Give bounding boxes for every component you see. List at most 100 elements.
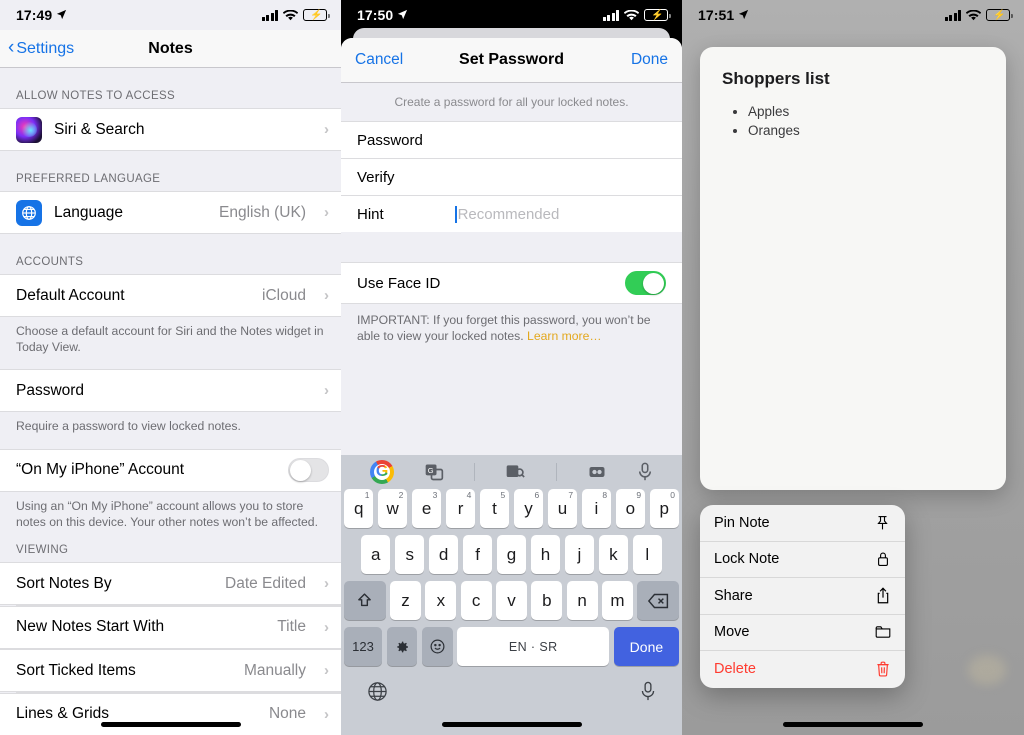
numbers-key[interactable]: 123 (344, 627, 383, 666)
key-f[interactable]: f (462, 535, 493, 574)
note-title: Shoppers list (722, 69, 830, 88)
key-x[interactable]: x (425, 581, 457, 620)
pin-icon (874, 514, 891, 531)
key-c[interactable]: c (460, 581, 492, 620)
row-label: Siri & Search (54, 120, 145, 138)
key-p[interactable]: 0p (649, 489, 680, 528)
key-i[interactable]: 8i (581, 489, 612, 528)
menu-item-move[interactable]: Move (700, 615, 905, 651)
key-j[interactable]: j (564, 535, 595, 574)
row-siri-and-search[interactable]: Siri & Search › (0, 108, 341, 151)
key-sup: 8 (602, 490, 608, 500)
face-id-label: Use Face ID (357, 274, 441, 292)
trash-icon (874, 661, 891, 678)
key-n[interactable]: n (566, 581, 598, 620)
status-time: 17:50 (357, 7, 394, 23)
field-password[interactable]: Password (341, 121, 682, 158)
menu-item-share[interactable]: Share (700, 578, 905, 615)
key-w[interactable]: 2w (377, 489, 408, 528)
row-label: Lines & Grids (16, 705, 110, 723)
cellular-bars-icon (261, 10, 278, 21)
sticker-icon[interactable] (587, 462, 607, 482)
key-label: o (625, 498, 636, 518)
status-right: ⚡ (261, 9, 330, 21)
gear-icon[interactable] (386, 627, 418, 666)
menu-item-delete[interactable]: Delete (700, 651, 905, 688)
row-language[interactable]: Language English (UK) › (0, 191, 341, 234)
note-preview-card[interactable]: Shoppers list Apples Oranges (700, 47, 1006, 490)
field-hint[interactable]: Hint Recommended (341, 195, 682, 232)
section-preferred-language: PREFERRED LANGUAGE Language English (UK)… (0, 151, 341, 234)
field-label: Password (357, 131, 423, 149)
space-key[interactable]: EN · SR (457, 627, 610, 666)
home-indicator[interactable] (100, 722, 241, 727)
section-viewing: VIEWING Sort Notes By Date Edited › New … (0, 530, 341, 735)
menu-item-label: Pin Note (714, 514, 770, 531)
row-password[interactable]: Password › (0, 369, 341, 413)
hint-input[interactable]: Recommended (455, 205, 666, 223)
field-verify[interactable]: Verify (341, 158, 682, 195)
divider (474, 463, 476, 481)
key-label: r (457, 498, 464, 518)
keyboard-done-key[interactable]: Done (613, 627, 680, 666)
key-m[interactable]: m (602, 581, 633, 620)
key-u[interactable]: 7u (547, 489, 578, 528)
key-s[interactable]: s (394, 535, 425, 574)
key-label: p (659, 498, 670, 518)
shift-key[interactable] (344, 581, 386, 620)
row-use-face-id[interactable]: Use Face ID (341, 262, 682, 304)
row-on-my-iphone-account[interactable]: “On My iPhone” Account (0, 448, 341, 492)
key-r[interactable]: 4r (445, 489, 476, 528)
menu-item-pin-note[interactable]: Pin Note (700, 505, 905, 542)
home-indicator[interactable] (783, 722, 923, 727)
microphone-icon[interactable] (637, 462, 653, 482)
learn-more-link[interactable]: Learn more… (527, 329, 602, 343)
key-o[interactable]: 9o (615, 489, 646, 528)
key-k[interactable]: k (598, 535, 629, 574)
menu-item-lock-note[interactable]: Lock Note (700, 542, 905, 578)
list-item: Apples (748, 103, 984, 122)
key-y[interactable]: 6y (513, 489, 544, 528)
row-default-account[interactable]: Default Account iCloud › (0, 274, 341, 317)
row-value: Manually (243, 661, 306, 679)
translate-icon[interactable]: G (424, 462, 444, 482)
dictation-microphone-icon[interactable] (640, 681, 656, 707)
row-sort-notes-by[interactable]: Sort Notes By Date Edited › (0, 562, 341, 606)
key-label: q (353, 498, 364, 518)
key-q[interactable]: 1q (343, 489, 374, 528)
cellular-bars-icon (602, 10, 619, 21)
footnote-on-my-iphone: Using an “On My iPhone” account allows y… (16, 498, 318, 529)
section-header: PREFERRED LANGUAGE (16, 173, 161, 185)
lock-icon (874, 551, 891, 568)
key-b[interactable]: b (531, 581, 563, 620)
row-sort-ticked-items[interactable]: Sort Ticked Items Manually › (0, 649, 341, 693)
key-l[interactable]: l (632, 535, 662, 574)
row-new-notes-start-with[interactable]: New Notes Start With Title › (0, 605, 341, 649)
row-lines-and-grids[interactable]: Lines & Grids None › (0, 692, 341, 735)
folder-icon (874, 624, 891, 641)
status-time: 17:51 (698, 7, 735, 23)
key-g[interactable]: g (496, 535, 527, 574)
key-h[interactable]: h (530, 535, 561, 574)
key-e[interactable]: 3e (411, 489, 442, 528)
page-title: Notes (148, 39, 193, 57)
key-d[interactable]: d (428, 535, 459, 574)
key-label: y (524, 498, 533, 518)
home-indicator[interactable] (441, 722, 582, 727)
google-logo-icon[interactable] (370, 460, 395, 484)
emoji-key[interactable] (421, 627, 453, 666)
face-id-toggle[interactable] (625, 271, 666, 295)
backspace-key[interactable] (637, 581, 680, 620)
key-a[interactable]: a (361, 535, 391, 574)
globe-icon[interactable] (367, 681, 388, 707)
key-v[interactable]: v (496, 581, 527, 620)
key-z[interactable]: z (390, 581, 421, 620)
key-sup: 5 (500, 490, 506, 500)
on-my-iphone-toggle[interactable] (288, 458, 329, 483)
image-search-icon[interactable] (505, 462, 526, 482)
location-arrow-icon (738, 7, 749, 23)
status-right: ⚡ (944, 9, 1013, 21)
key-sup: 6 (534, 490, 540, 500)
key-t[interactable]: 5t (479, 489, 510, 528)
